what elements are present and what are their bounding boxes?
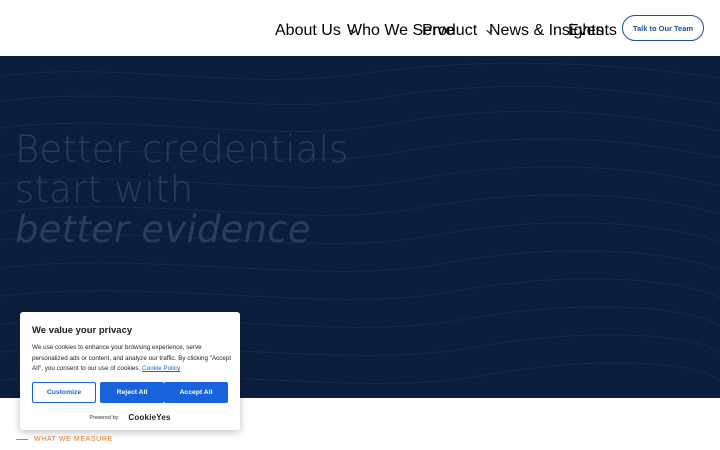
accept-all-button[interactable]: Accept All — [164, 382, 228, 403]
cookie-policy-link[interactable]: Cookie Policy — [142, 365, 180, 372]
cookie-banner-body: We use cookies to enhance your browsing … — [32, 344, 232, 372]
customize-button[interactable]: Customize — [32, 382, 96, 403]
hero-heading-line-3: better evidence — [15, 208, 311, 251]
eyebrow-label: WHAT WE MEASURE — [34, 436, 113, 443]
hero-heading-line-2: start with — [15, 168, 194, 211]
section-eyebrow: WHAT WE MEASURE — [16, 436, 113, 443]
cookieyes-logo[interactable]: CookieYes — [128, 413, 170, 422]
cookie-banner-title: We value your privacy — [32, 325, 133, 336]
nav-item-events[interactable]: Events — [568, 22, 617, 40]
powered-by-label: Powered by — [89, 414, 119, 421]
nav-label: Product — [422, 22, 478, 39]
hero-heading-line-1: Better credentials — [15, 128, 349, 171]
nav-label: Events — [568, 22, 617, 39]
powered-by: Powered by CookieYes — [20, 413, 240, 422]
hero-heading: Better credentials start with better evi… — [15, 130, 349, 250]
site-header: About Us Who We Serve Product News & Ins… — [0, 0, 720, 56]
nav-item-product[interactable]: Product — [422, 22, 494, 40]
nav-item-about-us[interactable]: About Us — [275, 22, 358, 40]
cookie-consent-banner: We value your privacy We use cookies to … — [20, 312, 240, 430]
reject-all-button[interactable]: Reject All — [100, 382, 164, 403]
eyebrow-dash — [16, 439, 28, 440]
cookie-banner-text: We use cookies to enhance your browsing … — [32, 343, 232, 375]
talk-to-team-button[interactable]: Talk to Our Team — [622, 15, 704, 41]
nav-label: About Us — [275, 22, 341, 39]
